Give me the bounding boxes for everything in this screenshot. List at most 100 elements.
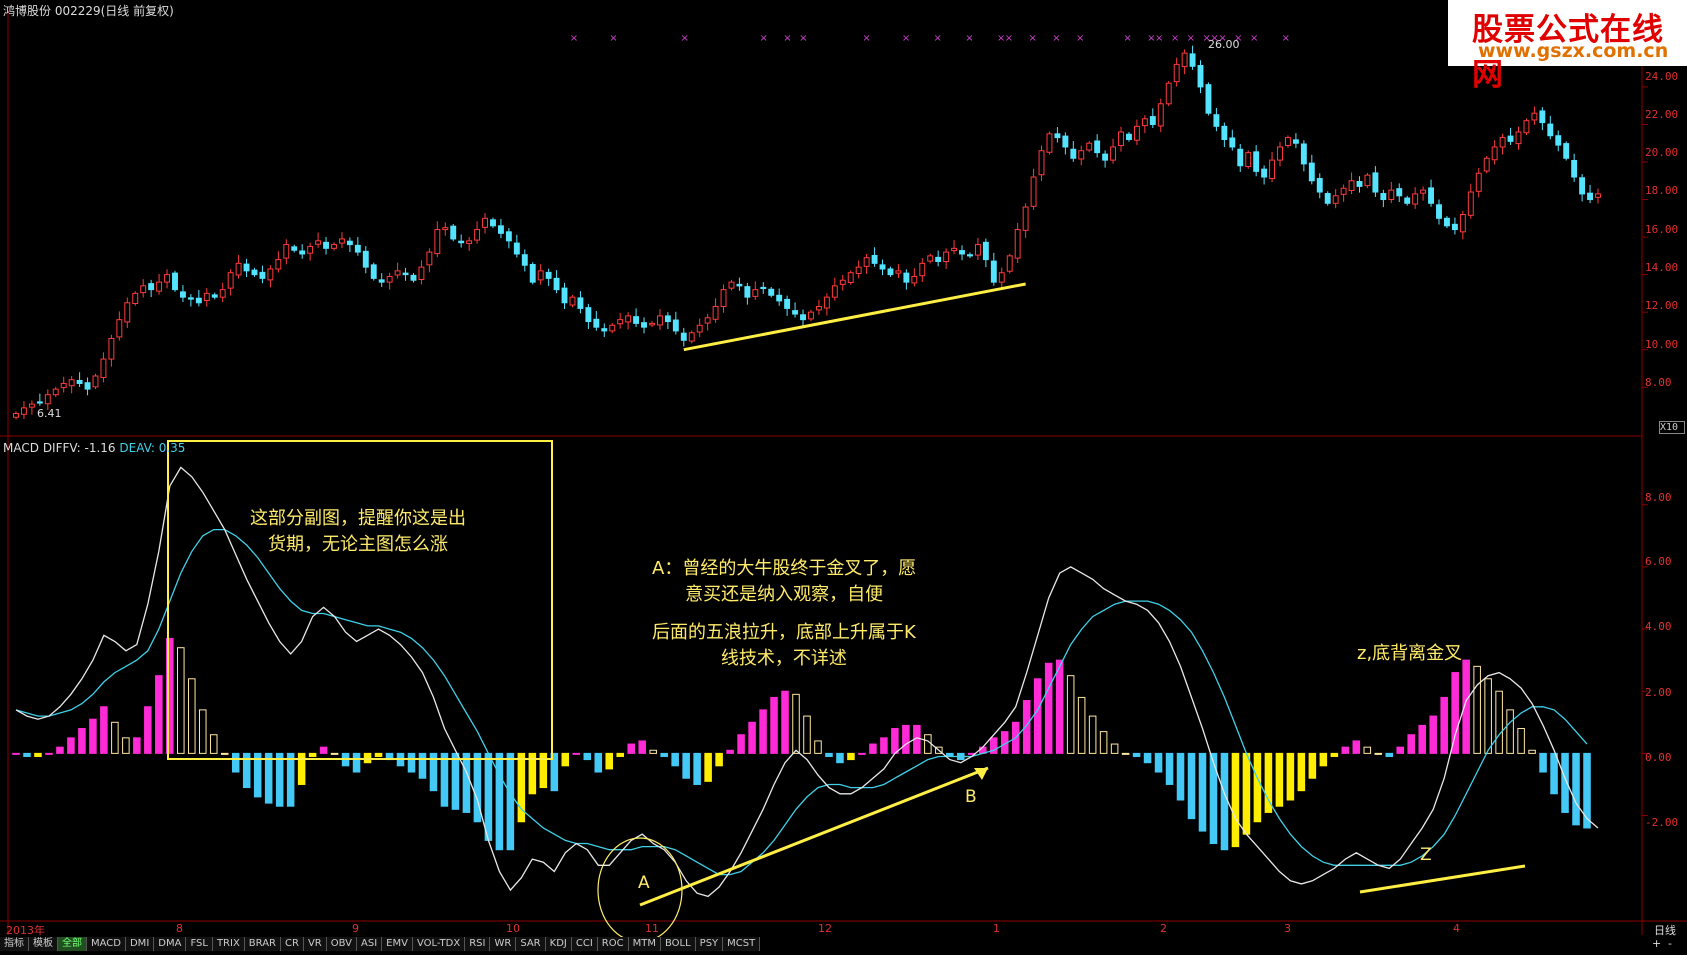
candle-body [1285, 137, 1291, 146]
tab-kdj[interactable]: KDJ [545, 937, 572, 951]
macd-name[interactable]: MACD [3, 441, 39, 455]
candle-body [1499, 137, 1506, 148]
tab-全部[interactable]: 全部 [58, 937, 87, 951]
candle-body [728, 281, 735, 289]
candle-body [521, 254, 528, 266]
macd-histogram-bar [1176, 752, 1185, 801]
candle-body [887, 268, 894, 276]
macd-histogram-bar [1550, 752, 1558, 795]
tab-mtm[interactable]: MTM [628, 937, 661, 951]
tab-macd[interactable]: MACD [87, 937, 126, 951]
tab-emv[interactable]: EMV [382, 937, 413, 951]
tab-cr[interactable]: CR [281, 937, 304, 951]
candle-body [346, 240, 353, 246]
macd-histogram-bar [770, 696, 778, 754]
tab-psy[interactable]: PSY [695, 937, 724, 951]
candle-body [315, 240, 322, 245]
tab-wr[interactable]: WR [490, 937, 517, 951]
candle-body [974, 244, 981, 256]
signal-x-mark: × [1123, 33, 1131, 44]
box-note-line: 这部分副图，提醒你这是出 [250, 508, 466, 529]
signal-x-mark: × [570, 33, 578, 44]
macd-histogram-bar [1132, 752, 1141, 757]
stock-title: 鸿博股份 002229(日线 前复权) [3, 4, 174, 18]
tab-vr[interactable]: VR [303, 937, 327, 951]
candle-body [911, 275, 918, 284]
tab-指标[interactable]: 指标 [0, 937, 29, 951]
macd-histogram-bar [198, 709, 207, 754]
candle-body [815, 306, 822, 311]
macd-histogram-bar [792, 693, 800, 754]
macd-histogram-bar [1341, 746, 1350, 754]
macd-histogram-bar [1143, 752, 1152, 764]
macd-trendline-z [1359, 864, 1526, 894]
macd-histogram-bar [561, 752, 570, 767]
signal-x-mark: × [783, 33, 791, 44]
candle-body [1356, 181, 1363, 187]
signal-x-mark: × [609, 33, 617, 44]
tab-rsi[interactable]: RSI [465, 937, 491, 951]
zoom-in-button[interactable]: + [1652, 937, 1661, 950]
macd-histogram-bar [781, 690, 789, 754]
zoom-out-button[interactable]: - [1668, 937, 1672, 950]
candle-body [919, 262, 926, 277]
tab-dmi[interactable]: DMI [125, 937, 155, 951]
candle-body [823, 296, 830, 309]
candle-body [124, 302, 131, 323]
tab-sar[interactable]: SAR [516, 937, 546, 951]
macd-histogram-bar [1242, 752, 1251, 835]
xaxis-month: 1 [993, 922, 1000, 935]
macd-histogram-bar [1055, 659, 1064, 754]
candle-body [1070, 148, 1077, 159]
tab-cci[interactable]: CCI [571, 937, 598, 951]
candle-body [895, 270, 902, 274]
macd-histogram-bar [847, 752, 855, 761]
scale-tag[interactable]: X10 [1659, 421, 1685, 434]
tab-模板[interactable]: 模板 [29, 937, 58, 951]
candle-body [967, 254, 973, 257]
macd-diff-value: DIFFV: -1.16 [42, 441, 116, 455]
chart-svg[interactable]: × × × × × × × × × × × × × × × × × × × × × × × × × × [0, 0, 1687, 951]
signal-x-mark: × [1171, 33, 1179, 44]
macd-ytick: 2.00 [1645, 686, 1672, 699]
tab-fsl[interactable]: FSL [186, 937, 213, 951]
candle-body [1515, 131, 1522, 145]
chart-stage[interactable]: × × × × × × × × × × × × × × × × × × × × × × × × × × 鸿博股份 002229(日… [0, 0, 1687, 951]
candle-body [203, 292, 210, 302]
candle-body [458, 240, 465, 244]
candle-body [1213, 114, 1220, 127]
xaxis-month: 2 [1160, 922, 1167, 935]
candle-body [935, 256, 942, 262]
tab-obv[interactable]: OBV [326, 937, 357, 951]
macd-histogram-bar [1077, 696, 1086, 754]
candle-body [688, 332, 695, 342]
tab-boll[interactable]: BOLL [660, 937, 696, 951]
period-label[interactable]: 日线 [1654, 922, 1676, 938]
candle-body [768, 288, 775, 296]
macd-histogram-bar [100, 706, 108, 754]
candle-body [1316, 178, 1323, 193]
candle-body [1062, 135, 1069, 148]
candle-body [267, 268, 274, 281]
macd-histogram-bar [616, 752, 625, 757]
candle-body [1531, 112, 1538, 121]
tab-brar[interactable]: BRAR [244, 937, 281, 951]
macd-histogram-bar [264, 752, 273, 804]
macd-histogram-bar [56, 746, 64, 754]
macd-histogram-bar [1154, 752, 1163, 773]
candle-body [259, 271, 266, 279]
tab-trix[interactable]: TRIX [212, 937, 245, 951]
candle-body [1372, 172, 1379, 193]
macd-histogram-bar [462, 752, 471, 813]
tab-vol-tdx[interactable]: VOL-TDX [412, 937, 466, 951]
tab-asi[interactable]: ASI [357, 937, 383, 951]
candle-body [561, 287, 568, 304]
signal-x-mark: × [862, 33, 870, 44]
macd-histogram-bar [374, 752, 383, 757]
tab-dma[interactable]: DMA [154, 937, 187, 951]
candle-body [1308, 162, 1315, 182]
tab-mcst[interactable]: MCST [723, 937, 761, 951]
candle-body [1181, 52, 1188, 68]
candle-body [227, 272, 234, 289]
tab-roc[interactable]: ROC [597, 937, 629, 951]
